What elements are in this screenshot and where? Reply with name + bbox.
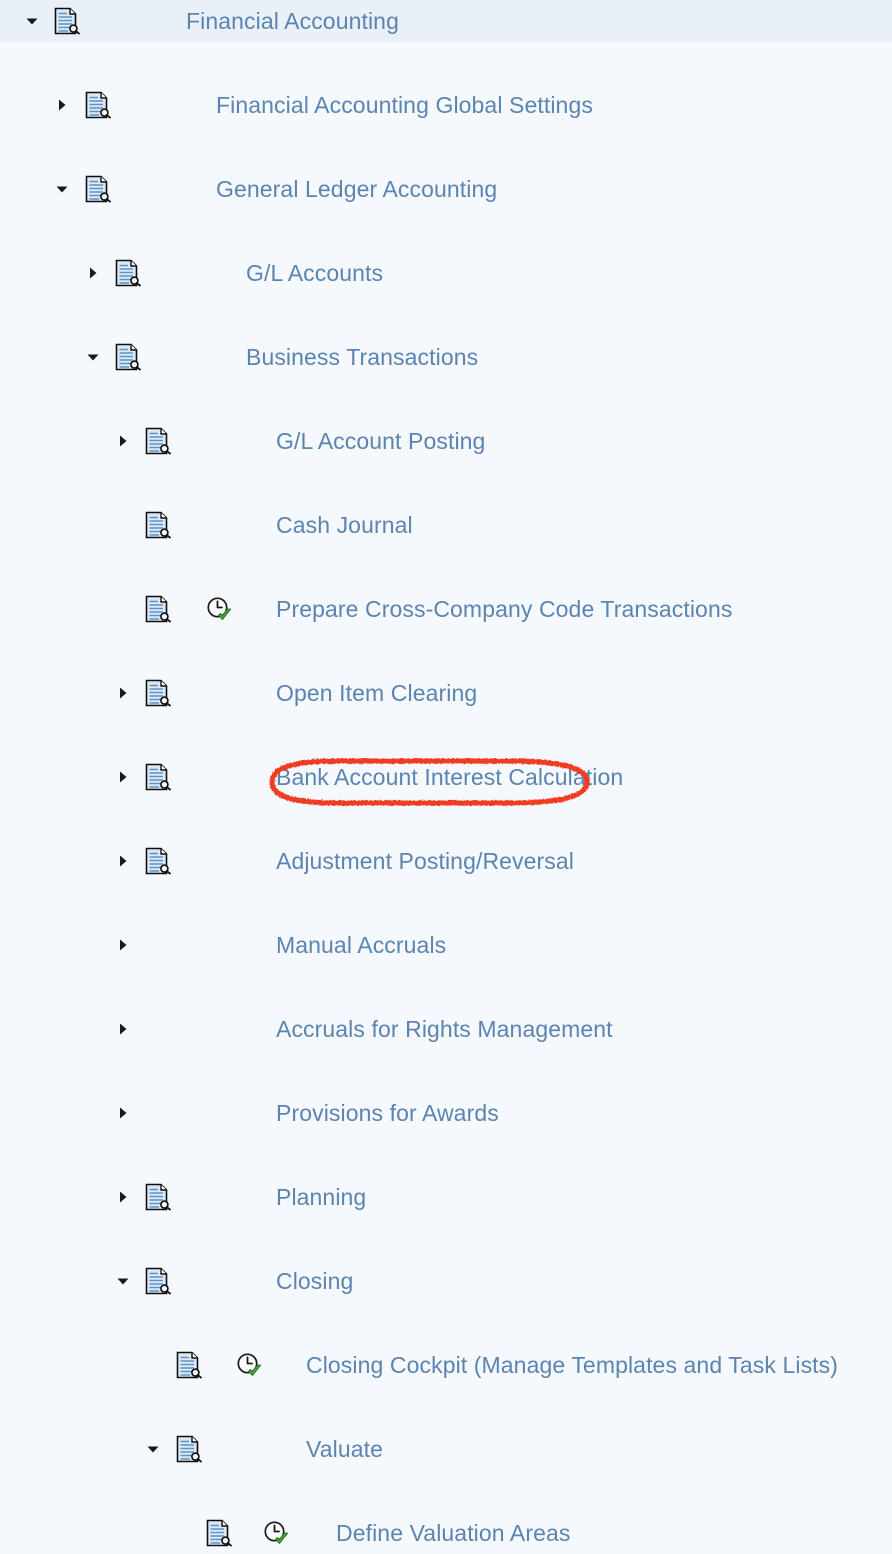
tree-row-label[interactable]: Cash Journal — [276, 511, 413, 539]
img-activity-tree[interactable]: Financial Accounting Financial Accounting… — [0, 0, 892, 1554]
img-document-icon — [145, 1183, 171, 1211]
img-document-icon — [115, 343, 141, 371]
clock-check-icon[interactable] — [235, 1352, 263, 1378]
tree-row-label[interactable]: G/L Account Posting — [276, 427, 485, 455]
tree-row[interactable]: Open Item Clearing — [0, 672, 892, 714]
tree-row-label[interactable]: Accruals for Rights Management — [276, 1015, 613, 1043]
tree-row[interactable]: Provisions for Awards — [0, 1092, 892, 1134]
img-document-icon — [145, 763, 171, 791]
tree-row-label[interactable]: Open Item Clearing — [276, 679, 477, 707]
clock-check-icon[interactable] — [205, 596, 233, 622]
triangle-right-icon[interactable] — [115, 1021, 131, 1037]
tree-row[interactable]: General Ledger Accounting — [0, 168, 892, 210]
img-document-icon — [85, 91, 111, 119]
tree-row-label[interactable]: Closing — [276, 1267, 353, 1295]
triangle-right-icon[interactable] — [115, 1105, 131, 1121]
tree-row-label[interactable]: Provisions for Awards — [276, 1099, 499, 1127]
triangle-down-icon[interactable] — [115, 1273, 131, 1289]
tree-row[interactable]: Accruals for Rights Management — [0, 1008, 892, 1050]
triangle-right-icon[interactable] — [115, 853, 131, 869]
triangle-right-icon[interactable] — [54, 97, 70, 113]
tree-row-label[interactable]: Manual Accruals — [276, 931, 446, 959]
tree-row-label[interactable]: Business Transactions — [246, 343, 478, 371]
tree-row-label[interactable]: Financial Accounting Global Settings — [216, 91, 593, 119]
tree-row-label[interactable]: G/L Accounts — [246, 259, 383, 287]
img-document-icon — [85, 175, 111, 203]
triangle-down-icon[interactable] — [24, 13, 40, 29]
img-document-icon — [54, 7, 80, 35]
img-document-icon — [176, 1435, 202, 1463]
tree-row[interactable]: Manual Accruals — [0, 924, 892, 966]
img-document-icon — [206, 1519, 232, 1547]
tree-row-label[interactable]: General Ledger Accounting — [216, 175, 497, 203]
triangle-right-icon[interactable] — [115, 1189, 131, 1205]
tree-row[interactable]: Financial Accounting Global Settings — [0, 84, 892, 126]
tree-row[interactable]: Valuate — [0, 1428, 892, 1470]
tree-row[interactable]: Cash Journal — [0, 504, 892, 546]
tree-row-label[interactable]: Financial Accounting — [186, 7, 399, 35]
img-document-icon — [145, 1267, 171, 1295]
clock-check-icon[interactable] — [262, 1520, 290, 1546]
triangle-right-icon[interactable] — [115, 685, 131, 701]
triangle-down-icon[interactable] — [85, 349, 101, 365]
tree-row[interactable]: Business Transactions — [0, 336, 892, 378]
triangle-right-icon[interactable] — [115, 769, 131, 785]
tree-row-label[interactable]: Valuate — [306, 1435, 383, 1463]
tree-row[interactable]: Bank Account Interest Calculation — [0, 756, 892, 798]
triangle-down-icon[interactable] — [145, 1441, 161, 1457]
img-document-icon — [145, 511, 171, 539]
triangle-right-icon[interactable] — [115, 937, 131, 953]
tree-row[interactable]: Adjustment Posting/Reversal — [0, 840, 892, 882]
tree-row[interactable]: Define Valuation Areas — [0, 1512, 892, 1554]
tree-row-label[interactable]: Adjustment Posting/Reversal — [276, 847, 574, 875]
tree-row[interactable]: G/L Accounts — [0, 252, 892, 294]
img-document-icon — [145, 427, 171, 455]
img-document-icon — [115, 259, 141, 287]
tree-row[interactable]: Closing — [0, 1260, 892, 1302]
tree-row-label[interactable]: Define Valuation Areas — [336, 1519, 570, 1547]
tree-row-label[interactable]: Prepare Cross-Company Code Transactions — [276, 595, 732, 623]
tree-row[interactable]: Prepare Cross-Company Code Transactions — [0, 588, 892, 630]
img-document-icon — [145, 847, 171, 875]
triangle-right-icon[interactable] — [115, 433, 131, 449]
tree-row-label[interactable]: Planning — [276, 1183, 366, 1211]
tree-row[interactable]: Closing Cockpit (Manage Templates and Ta… — [0, 1344, 892, 1386]
triangle-down-icon[interactable] — [54, 181, 70, 197]
img-document-icon — [176, 1351, 202, 1379]
tree-row-label[interactable]: Bank Account Interest Calculation — [276, 763, 623, 791]
tree-row[interactable]: Planning — [0, 1176, 892, 1218]
tree-row[interactable]: Financial Accounting — [0, 0, 892, 42]
img-document-icon — [145, 679, 171, 707]
img-document-icon — [145, 595, 171, 623]
triangle-right-icon[interactable] — [85, 265, 101, 281]
tree-row[interactable]: G/L Account Posting — [0, 420, 892, 462]
tree-row-label[interactable]: Closing Cockpit (Manage Templates and Ta… — [306, 1351, 838, 1379]
